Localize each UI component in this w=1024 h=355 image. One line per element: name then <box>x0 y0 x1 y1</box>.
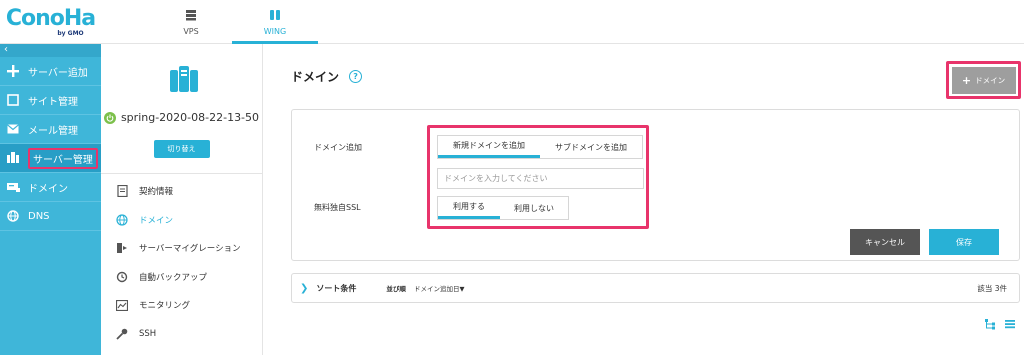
add-domain-button[interactable]: + ドメイン <box>951 66 1016 94</box>
sidebar-item-label: DNS <box>28 210 50 222</box>
add-domain-highlight: + ドメイン <box>946 61 1021 99</box>
monitor-icon <box>115 299 129 311</box>
subnav-item-label: 自動バックアップ <box>139 272 208 283</box>
list-view-icon[interactable] <box>1004 318 1016 333</box>
sidebar-item-label: ドメイン <box>28 183 68 195</box>
sidebar-collapse-button[interactable]: ‹ <box>0 44 101 57</box>
subnav-item-label: SSH <box>139 328 157 339</box>
save-button[interactable]: 保存 <box>929 229 999 255</box>
conoha-logo[interactable]: ConoHa by GMO <box>0 0 101 44</box>
server-name-row: spring-2020-08-22-13-50 <box>103 111 260 124</box>
add-domain-label: ドメイン <box>975 75 1006 85</box>
subnav-item-contract[interactable]: 契約情報 <box>101 177 262 206</box>
sort-order-value: ドメイン追加日▼ <box>413 285 465 293</box>
backup-icon <box>115 271 129 283</box>
subnav-item-domain[interactable]: ドメイン <box>101 206 262 235</box>
power-status-icon <box>103 111 116 124</box>
ssl-label: 無料独自SSL <box>314 203 361 212</box>
ssl-use-option[interactable]: 利用する <box>438 197 500 219</box>
globe-icon <box>115 214 129 226</box>
server-manage-icon <box>6 151 20 165</box>
ssl-not-use-option[interactable]: 利用しない <box>500 197 568 219</box>
ssl-toggle: 利用する 利用しない <box>437 196 569 220</box>
sidebar-item-domain[interactable]: ドメイン <box>0 173 101 202</box>
help-icon[interactable]: ? <box>349 70 363 83</box>
wing-server-icon <box>269 9 281 23</box>
result-count: 該当 3件 <box>977 283 1007 293</box>
sidebar-item-server-manage[interactable]: サーバー管理 <box>0 144 101 173</box>
key-icon <box>115 328 129 340</box>
add-domain-panel: ドメイン追加 無料独自SSL 新規ドメインを追加 サブドメインを追加 ドメインを… <box>291 109 1020 261</box>
sidebar: ‹ サーバー追加 サイト管理 メール管理 サーバー管理 ドメイン DNS <box>0 44 101 355</box>
switch-server-button[interactable]: 切り替え <box>153 140 210 158</box>
sidebar-item-label: メール管理 <box>28 125 78 137</box>
plus-icon <box>6 64 20 78</box>
form-highlight: 新規ドメインを追加 サブドメインを追加 ドメインを入力してください 利用する 利… <box>427 125 649 229</box>
tab-wing[interactable]: WING <box>232 0 318 44</box>
sidebar-item-label: サーバー追加 <box>28 67 88 79</box>
sidebar-item-site-manage[interactable]: サイト管理 <box>0 86 101 115</box>
mail-icon <box>6 122 20 136</box>
domain-type-toggle: 新規ドメインを追加 サブドメインを追加 <box>437 135 643 159</box>
server-name: spring-2020-08-22-13-50 <box>120 111 260 124</box>
tab-wing-label: WING <box>263 26 287 36</box>
subnav-item-ssh[interactable]: SSH <box>101 320 262 349</box>
sidebar-item-label: サーバー管理 <box>28 147 98 169</box>
subnav-item-label: 契約情報 <box>139 187 174 198</box>
subnav-item-migration[interactable]: サーバーマイグレーション <box>101 234 262 263</box>
domain-icon <box>6 180 20 194</box>
contract-icon <box>115 185 129 198</box>
chevron-right-icon: ❯ <box>300 282 309 294</box>
tab-vps-label: VPS <box>183 26 199 36</box>
top-bar: ConoHa by GMO VPS WING <box>0 0 1024 44</box>
sidebar-item-dns[interactable]: DNS <box>0 202 101 231</box>
page-title-text: ドメイン <box>291 70 340 84</box>
subnav-item-monitoring[interactable]: モニタリング <box>101 291 262 320</box>
tab-new-domain[interactable]: 新規ドメインを追加 <box>438 136 540 158</box>
cancel-button[interactable]: キャンセル <box>850 229 920 255</box>
tree-view-icon[interactable] <box>984 318 996 333</box>
subnav-item-label: サーバーマイグレーション <box>139 244 241 255</box>
globe-icon <box>6 209 20 223</box>
subnav-item-label: モニタリング <box>139 301 191 312</box>
sort-bar[interactable]: ❯ ソート条件 並び順 ドメイン追加日▼ 該当 3件 <box>291 273 1020 303</box>
sort-order[interactable]: 並び順 ドメイン追加日▼ <box>386 283 464 293</box>
server-icon <box>185 9 197 23</box>
view-toggle <box>984 318 1016 333</box>
server-summary: spring-2020-08-22-13-50 切り替え <box>101 44 262 174</box>
server-subnav: spring-2020-08-22-13-50 切り替え 契約情報 ドメイン サ… <box>101 44 263 355</box>
subnav-item-backup[interactable]: 自動バックアップ <box>101 263 262 292</box>
domain-input[interactable]: ドメインを入力してください <box>437 168 644 189</box>
plus-icon: + <box>961 73 972 87</box>
sort-title: ソート条件 <box>316 283 357 293</box>
main-content: ドメイン ? + ドメイン ドメイン追加 無料独自SSL 新規ドメインを追加 サ… <box>263 44 1024 355</box>
logo-sub-text: by GMO <box>57 29 84 37</box>
tab-vps[interactable]: VPS <box>148 0 234 44</box>
logo-text: ConoHa <box>5 5 96 31</box>
window-icon <box>6 93 20 107</box>
sort-order-label: 並び順 <box>386 285 406 293</box>
migration-icon <box>115 242 129 254</box>
server-large-icon <box>166 66 198 99</box>
domain-add-label: ドメイン追加 <box>314 143 362 152</box>
subnav-item-label: ドメイン <box>139 215 174 226</box>
sidebar-item-mail-manage[interactable]: メール管理 <box>0 115 101 144</box>
tab-sub-domain[interactable]: サブドメインを追加 <box>540 136 642 158</box>
page-title: ドメイン ? <box>291 68 363 85</box>
sidebar-item-label: サイト管理 <box>28 96 78 108</box>
sidebar-item-add-server[interactable]: サーバー追加 <box>0 57 101 86</box>
